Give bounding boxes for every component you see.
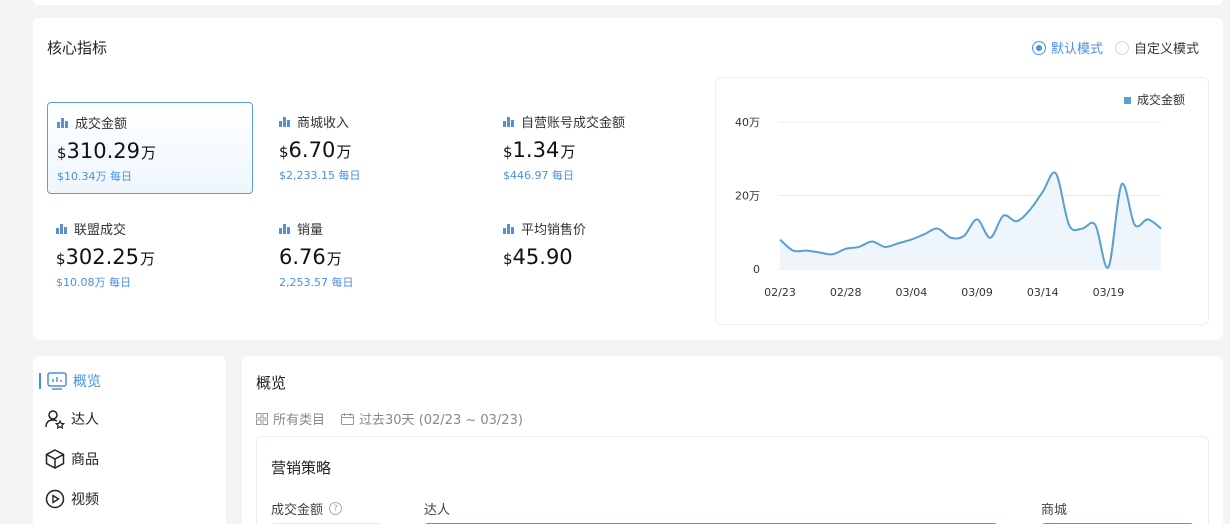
metric-mall-income[interactable]: 商城收入 $6.70 万 $2,233.15 每日	[270, 102, 476, 194]
active-indicator	[39, 373, 41, 389]
core-metrics-card: 核心指标 默认模式 自定义模式 成交金额 $310.29 万 $10.34万 每日…	[33, 18, 1223, 340]
metric-daily: $446.97 每日	[503, 169, 574, 182]
calendar-icon	[341, 412, 355, 425]
strategy-metric-label: 成交金额 ?	[271, 499, 343, 518]
metric-value: $310.29 万	[57, 139, 157, 163]
bar-chart-icon	[56, 223, 68, 234]
y-tick-label: 0	[753, 263, 760, 276]
metric-value: $302.25 万	[56, 245, 156, 269]
sidebar-item-creator[interactable]: 达人	[45, 409, 99, 429]
overview-card: 概览 所有类目 过去30天 (02/23 ~ 03/23) 营销策略 成交金额	[242, 356, 1223, 524]
y-tick-label: 40万	[735, 116, 760, 129]
mode-switch: 默认模式 自定义模式	[1020, 38, 1199, 57]
x-tick-label: 03/04	[896, 286, 928, 299]
metric-daily: $10.08万 每日	[56, 276, 131, 289]
metric-self-account[interactable]: 自营账号成交金额 $1.34 万 $446.97 每日	[494, 102, 700, 194]
series-area	[780, 172, 1161, 269]
bar-chart-icon	[279, 223, 291, 234]
metric-sales-volume[interactable]: 销量 6.76 万 2,253.57 每日	[270, 209, 476, 301]
strategy-col-creator: 达人	[424, 503, 451, 518]
x-tick-label: 02/23	[764, 286, 796, 299]
metric-daily: $10.34万 每日	[57, 170, 132, 183]
metric-value: $45.90	[503, 245, 573, 269]
marketing-strategy-panel: 营销策略 成交金额 ? 达人 商城	[256, 436, 1209, 524]
sidebar-item-video[interactable]: 视频	[45, 489, 99, 509]
radio-icon	[1114, 40, 1129, 55]
metric-value: 6.76 万	[279, 245, 342, 269]
overview-filters: 所有类目 过去30天 (02/23 ~ 03/23)	[256, 409, 539, 428]
metric-value: $1.34 万	[503, 138, 576, 162]
sidebar: 概览 达人 商品 视频	[33, 356, 226, 524]
overview-icon	[47, 372, 67, 390]
category-filter[interactable]: 所有类目	[256, 409, 325, 428]
legend-swatch	[1124, 97, 1131, 104]
x-tick-label: 02/28	[830, 286, 862, 299]
bar-chart-icon	[279, 116, 291, 127]
strategy-col-mall: 商城	[1041, 503, 1068, 518]
play-icon	[45, 489, 65, 509]
help-icon[interactable]: ?	[329, 502, 343, 515]
metric-avg-price[interactable]: 平均销售价 $45.90	[494, 209, 700, 301]
grid-icon	[256, 412, 268, 425]
x-tick-label: 03/14	[1027, 286, 1059, 299]
top-card-edge	[33, 0, 1223, 5]
core-metrics-title: 核心指标	[47, 39, 108, 57]
metric-daily: 2,253.57 每日	[279, 276, 354, 289]
bar-chart-icon	[57, 117, 69, 128]
legend-label: 成交金额	[1137, 92, 1185, 107]
sidebar-item-overview[interactable]: 概览	[39, 371, 101, 391]
x-tick-label: 03/09	[961, 286, 993, 299]
metric-value: $6.70 万	[279, 138, 352, 162]
mode-custom[interactable]: 自定义模式	[1114, 38, 1199, 57]
creator-icon	[45, 410, 65, 429]
bar-chart-icon	[503, 116, 515, 127]
radio-icon	[1031, 40, 1046, 55]
overview-title: 概览	[256, 374, 287, 392]
metric-affiliate[interactable]: 联盟成交 $302.25 万 $10.08万 每日	[47, 209, 253, 301]
trend-chart-svg: 0 20万 40万 02/23 02/28 03/04 03/09 03/14 03/19 成交金…	[735, 92, 1185, 299]
metric-gmv[interactable]: 成交金额 $310.29 万 $10.34万 每日	[47, 102, 253, 194]
x-tick-label: 03/19	[1093, 286, 1125, 299]
trend-chart: 0 20万 40万 02/23 02/28 03/04 03/09 03/14 03/19 成交金…	[715, 77, 1209, 325]
box-icon	[45, 449, 65, 469]
y-tick-label: 20万	[735, 190, 760, 203]
strategy-title: 营销策略	[271, 459, 332, 477]
mode-default[interactable]: 默认模式	[1031, 38, 1103, 57]
metric-daily: $2,233.15 每日	[279, 169, 361, 182]
date-filter[interactable]: 过去30天 (02/23 ~ 03/23)	[341, 409, 523, 428]
sidebar-item-product[interactable]: 商品	[45, 449, 99, 469]
bar-chart-icon	[503, 223, 515, 234]
